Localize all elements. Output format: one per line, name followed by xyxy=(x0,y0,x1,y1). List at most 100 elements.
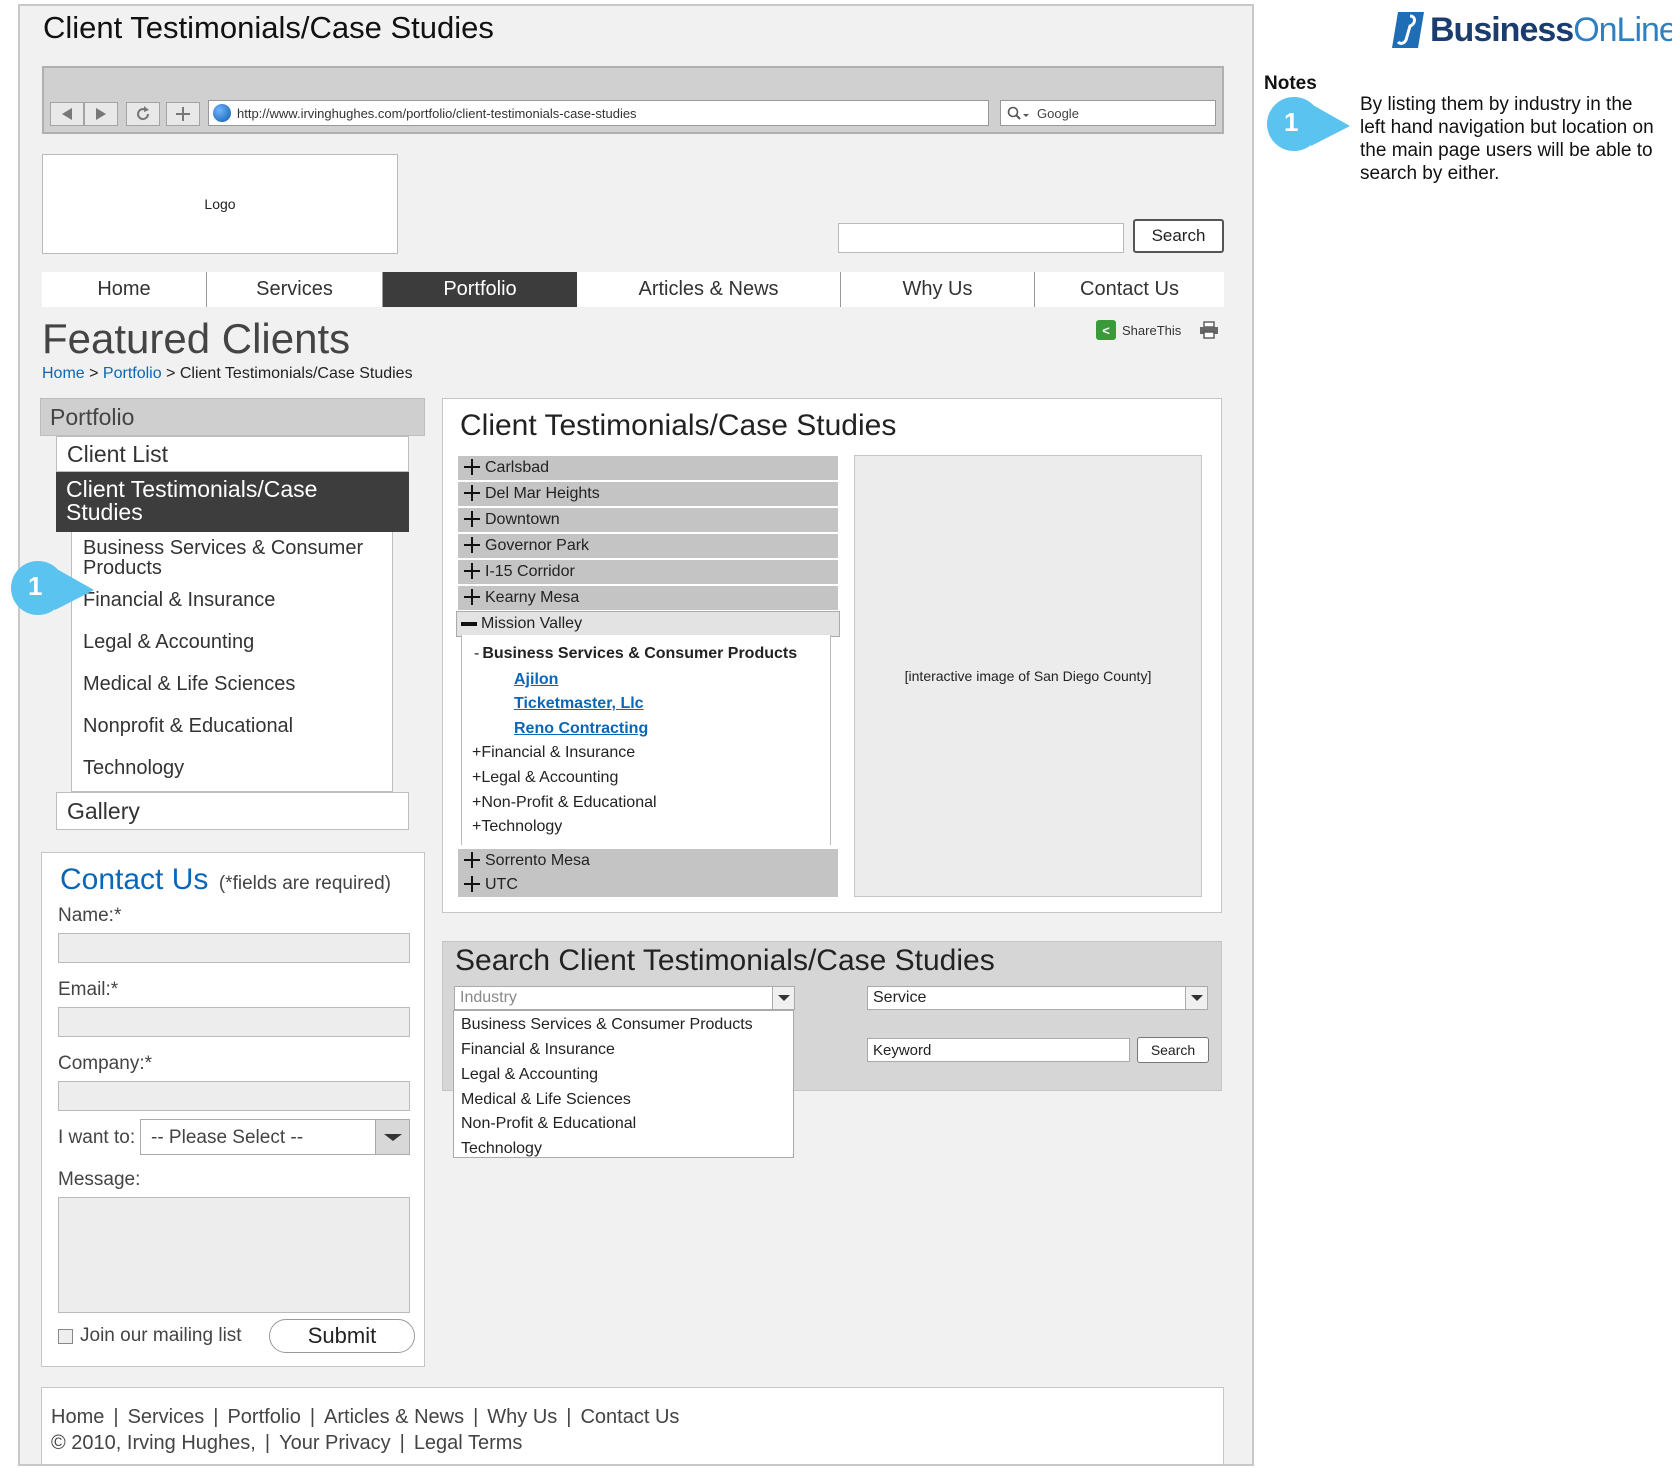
client-link-reno-contracting[interactable]: Reno Contracting xyxy=(514,720,648,738)
client-link-ajilon[interactable]: Ajilon xyxy=(514,671,558,689)
footer-link-legal-terms[interactable]: Legal Terms xyxy=(414,1432,523,1454)
service-select[interactable]: Service xyxy=(867,986,1208,1010)
contact-heading: Contact Us xyxy=(60,863,209,896)
left-nav-client-testimonials[interactable]: Client Testimonials/Case Studies xyxy=(56,472,409,532)
left-nav-sub-business-services[interactable]: Business Services & Consumer Products xyxy=(83,538,383,578)
browser-toolbar: http://www.irvinghughes.com/portfolio/cl… xyxy=(42,66,1224,134)
footer-link-articles-news[interactable]: Articles & News xyxy=(324,1406,464,1428)
annotation-callout-icon xyxy=(11,561,94,615)
location-mission-valley[interactable]: Mission Valley xyxy=(456,611,840,637)
company-label: Company:* xyxy=(58,1053,152,1074)
minus-icon xyxy=(461,622,477,626)
email-label: Email:* xyxy=(58,979,119,1000)
nav-contact-us[interactable]: Contact Us xyxy=(1035,272,1224,307)
left-nav-sub-nonprofit[interactable]: Nonprofit & Educational xyxy=(83,716,293,736)
nav-portfolio[interactable]: Portfolio xyxy=(383,272,577,307)
mission-valley-tree: - Business Services & Consumer Products A… xyxy=(461,635,831,845)
testimonials-panel: Client Testimonials/Case Studies Carlsba… xyxy=(442,398,1222,913)
nav-why-us[interactable]: Why Us xyxy=(841,272,1035,307)
left-nav-client-list[interactable]: Client List xyxy=(56,436,409,472)
footer-link-why-us[interactable]: Why Us xyxy=(487,1406,557,1428)
tree-industry-financial[interactable]: +Financial & Insurance xyxy=(472,744,635,762)
want-label: I want to: xyxy=(58,1127,136,1148)
chevron-down-icon xyxy=(772,987,794,1009)
footer-link-contact-us[interactable]: Contact Us xyxy=(580,1406,679,1428)
left-nav-sub-financial[interactable]: Financial & Insurance xyxy=(83,590,275,610)
print-icon[interactable] xyxy=(1199,321,1219,339)
industry-option[interactable]: Medical & Life Sciences xyxy=(461,1091,631,1109)
tree-industry-open[interactable]: - Business Services & Consumer Products xyxy=(474,645,797,663)
new-tab-button[interactable] xyxy=(166,102,200,126)
location-carlsbad[interactable]: Carlsbad xyxy=(458,456,838,480)
breadcrumb-separator: > xyxy=(84,365,103,382)
contact-required-note: (*fields are required) xyxy=(218,873,391,894)
left-nav-gallery[interactable]: Gallery xyxy=(56,792,409,830)
location-utc[interactable]: UTC xyxy=(458,873,838,897)
client-link-ticketmaster[interactable]: Ticketmaster, Llc xyxy=(514,695,644,713)
breadcrumb-home[interactable]: Home xyxy=(42,365,85,382)
site-search-input[interactable] xyxy=(838,223,1124,253)
industry-option[interactable]: Business Services & Consumer Products xyxy=(461,1016,753,1034)
footer-link-portfolio[interactable]: Portfolio xyxy=(227,1406,300,1428)
location-label: Carlsbad xyxy=(485,459,550,476)
location-kearny-mesa[interactable]: Kearny Mesa xyxy=(458,586,838,610)
site-search-button[interactable]: Search xyxy=(1133,219,1224,253)
want-select[interactable]: -- Please Select -- xyxy=(140,1119,410,1155)
footer-links: Home | Services | Portfolio | Articles & News |… xyxy=(51,1406,680,1428)
message-field[interactable] xyxy=(58,1197,410,1313)
footer-link-services[interactable]: Services xyxy=(128,1406,205,1428)
location-label: Mission Valley xyxy=(481,615,583,632)
industry-option[interactable]: Financial & Insurance xyxy=(461,1041,615,1059)
logo-label: Logo xyxy=(204,196,236,212)
plus-icon xyxy=(464,537,480,553)
industry-option[interactable]: Legal & Accounting xyxy=(461,1066,598,1084)
industry-dropdown-list: Business Services & Consumer Products Fi… xyxy=(453,1010,794,1158)
location-i15-corridor[interactable]: I-15 Corridor xyxy=(458,560,838,584)
forward-arrow-icon xyxy=(96,108,106,120)
map-placeholder-label: [interactive image of San Diego County] xyxy=(904,668,1152,684)
tree-industry-nonprofit[interactable]: +Non-Profit & Educational xyxy=(472,794,657,812)
nav-articles-news[interactable]: Articles & News xyxy=(577,272,841,307)
nav-home[interactable]: Home xyxy=(42,272,207,307)
left-nav-sub-technology[interactable]: Technology xyxy=(83,758,184,778)
mailing-list-checkbox[interactable] xyxy=(58,1329,73,1344)
left-nav-sub-medical[interactable]: Medical & Life Sciences xyxy=(83,674,295,694)
site-logo-placeholder[interactable]: Logo xyxy=(42,154,398,254)
share-this-button[interactable]: < ShareThis xyxy=(1096,320,1181,340)
company-field[interactable] xyxy=(58,1081,410,1111)
search-testimonials-button[interactable]: Search xyxy=(1137,1037,1209,1063)
industry-option[interactable]: Technology xyxy=(461,1140,542,1158)
footer-legal: © 2010, Irving Hughes, | Your Privacy | Lega… xyxy=(51,1432,523,1454)
plus-icon xyxy=(464,563,480,579)
page-title: Client Testimonials/Case Studies xyxy=(43,10,494,45)
location-downtown[interactable]: Downtown xyxy=(458,508,838,532)
browser-search-field[interactable]: Google xyxy=(1000,100,1216,126)
forward-button[interactable] xyxy=(84,102,118,126)
reload-button[interactable] xyxy=(126,102,160,126)
left-nav-heading: Portfolio xyxy=(40,398,425,436)
plus-icon: + xyxy=(472,794,482,811)
tree-industry-technology[interactable]: +Technology xyxy=(472,818,562,836)
footer-link-home[interactable]: Home xyxy=(51,1406,104,1428)
back-button[interactable] xyxy=(50,102,84,126)
breadcrumb-portfolio[interactable]: Portfolio xyxy=(103,365,162,382)
reload-icon xyxy=(137,106,150,121)
location-sorrento-mesa[interactable]: Sorrento Mesa xyxy=(458,849,838,873)
interactive-map-placeholder[interactable]: [interactive image of San Diego County] xyxy=(854,455,1202,897)
location-del-mar-heights[interactable]: Del Mar Heights xyxy=(458,482,838,506)
keyword-input[interactable]: Keyword xyxy=(867,1038,1130,1062)
email-field[interactable] xyxy=(58,1007,410,1037)
location-governor-park[interactable]: Governor Park xyxy=(458,534,838,558)
businessonline-logo-icon xyxy=(1392,12,1424,48)
left-nav-sub-legal[interactable]: Legal & Accounting xyxy=(83,632,254,652)
breadcrumb-current: Client Testimonials/Case Studies xyxy=(179,365,413,382)
submit-button[interactable]: Submit xyxy=(269,1319,415,1353)
name-field[interactable] xyxy=(58,933,410,963)
url-bar[interactable]: http://www.irvinghughes.com/portfolio/cl… xyxy=(208,100,989,126)
tree-industry-legal[interactable]: +Legal & Accounting xyxy=(472,769,618,787)
footer-link-privacy[interactable]: Your Privacy xyxy=(279,1432,391,1454)
nav-services[interactable]: Services xyxy=(207,272,383,307)
industry-option[interactable]: Non-Profit & Educational xyxy=(461,1115,636,1133)
want-select-value: -- Please Select -- xyxy=(151,1127,304,1148)
industry-select[interactable]: Industry xyxy=(454,986,795,1010)
